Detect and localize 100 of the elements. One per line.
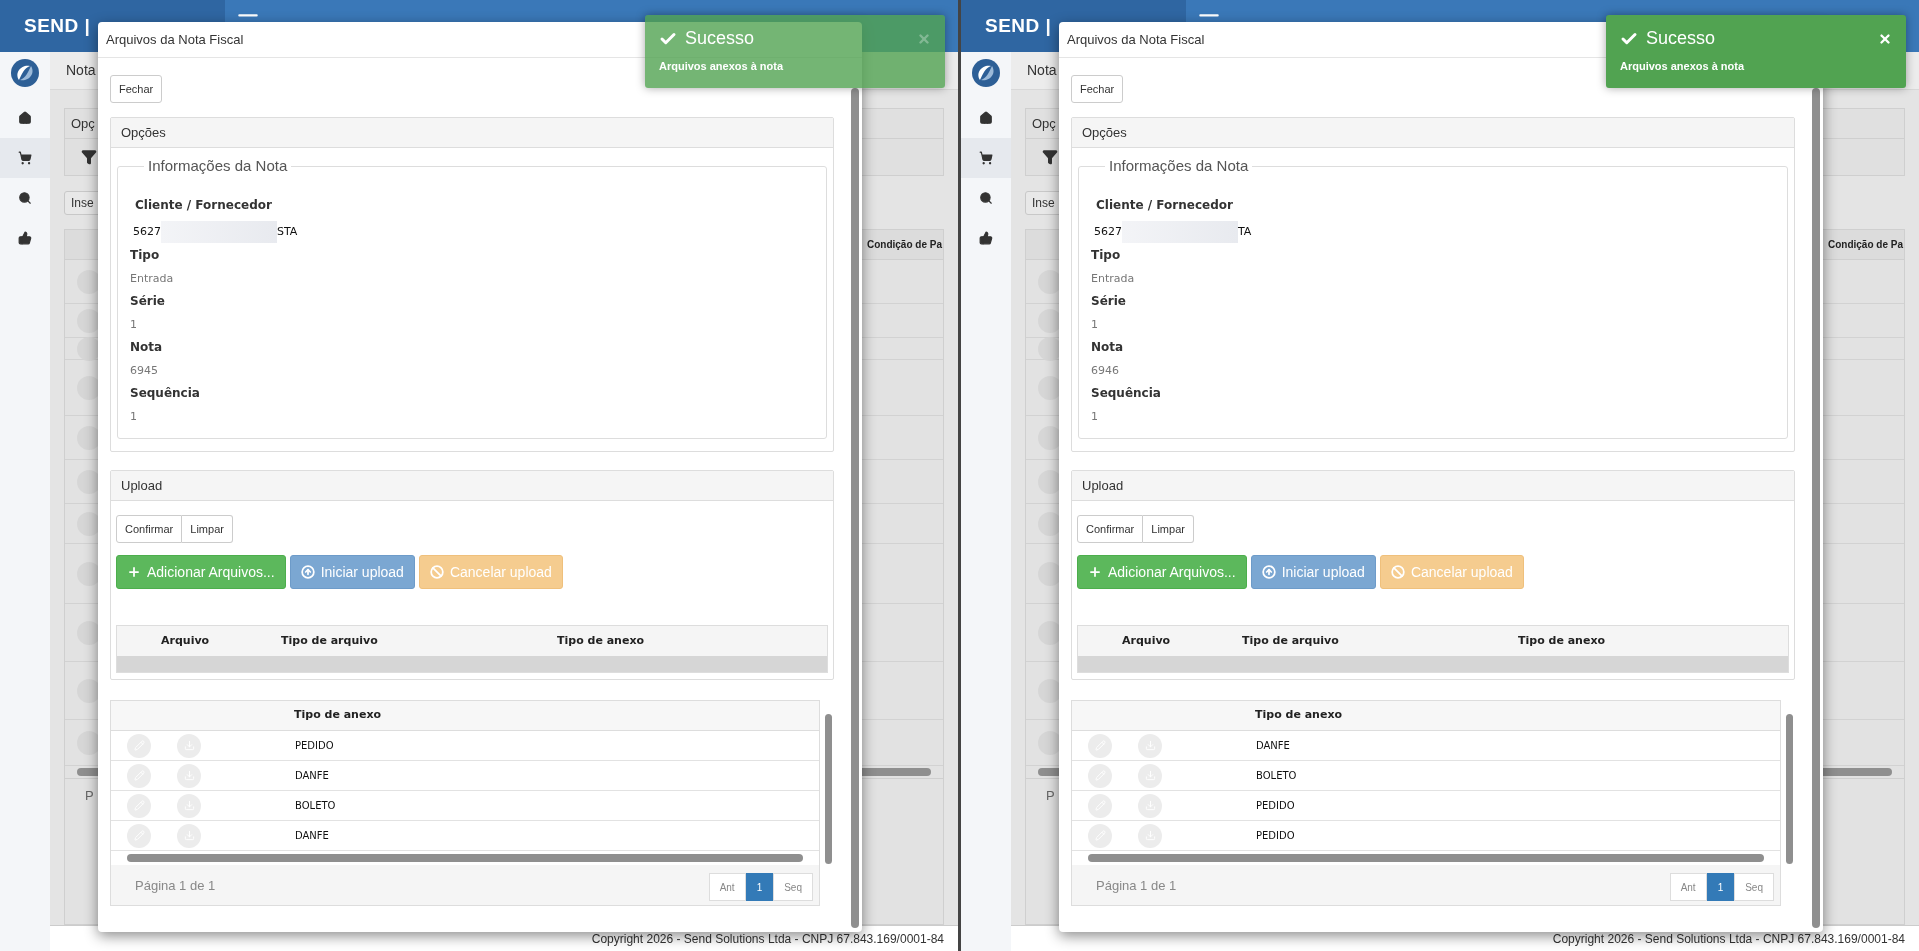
sidebar-item[interactable]	[961, 138, 1011, 178]
insert-button[interactable]: Inse	[64, 191, 101, 215]
field-value: 1	[130, 316, 138, 333]
pager-text: P	[85, 786, 94, 805]
copyright-text: Copyright 2026 - Send Solutions Ltda - CNPJ 67.843.169/0001-84	[1552, 930, 1905, 948]
field-label: Nota	[1091, 339, 1125, 356]
add-files-button[interactable]: Adicionar Arquivos...	[1077, 555, 1247, 589]
close-button[interactable]: Fechar	[110, 75, 163, 103]
confirm-button[interactable]: Confirmar	[116, 515, 183, 543]
upload-icon	[1261, 565, 1276, 579]
pager-button[interactable]: Ant	[708, 873, 746, 901]
row-action-icon[interactable]	[77, 678, 101, 703]
modal-title: Arquivos da Nota Fiscal	[1067, 30, 1205, 49]
close-button[interactable]: Fechar	[1071, 75, 1124, 103]
clear-button[interactable]: Limpar	[182, 515, 233, 543]
breadcrumb: Nota	[66, 61, 96, 80]
field-value: 1	[1091, 408, 1099, 425]
row-action-icon[interactable]	[1038, 425, 1062, 450]
row-action-icon[interactable]	[1038, 375, 1062, 400]
row-action-icon[interactable]	[1038, 511, 1062, 536]
field-label: Nota	[130, 339, 164, 356]
thumbs-up-icon	[979, 231, 993, 245]
client-code: 5627	[133, 223, 161, 240]
row-action-icon[interactable]	[1038, 269, 1062, 294]
row-action-icon[interactable]	[77, 620, 101, 645]
pager-button[interactable]: 1	[745, 873, 774, 901]
panel-title: Upload	[1082, 476, 1124, 495]
row-action-icon[interactable]	[1038, 730, 1062, 755]
row-action-icon[interactable]	[1038, 678, 1062, 703]
table-cell-text: DANFE	[295, 769, 329, 783]
start-upload-button[interactable]: Iniciar upload	[289, 555, 415, 589]
field-value: 1	[1091, 316, 1099, 333]
table-cell-text: PEDIDO	[295, 739, 334, 753]
field-value: 6946	[1091, 362, 1120, 379]
row-action-icon[interactable]	[1038, 308, 1062, 333]
row-action-icon[interactable]	[77, 375, 101, 400]
fieldset-legend: Informações da Nota	[148, 157, 288, 174]
clear-button[interactable]: Limpar	[1143, 515, 1194, 543]
panel-title: Opç	[71, 114, 95, 133]
brand-logo: SEND |	[985, 13, 1052, 38]
field-value: 1	[130, 408, 138, 425]
close-icon[interactable]	[1878, 31, 1892, 46]
column-header: Tipo de anexo	[294, 707, 382, 724]
app-logo	[971, 58, 1001, 88]
row-action-icon[interactable]	[1038, 561, 1062, 586]
field-value: Entrada	[130, 270, 175, 287]
home-icon	[979, 111, 993, 125]
toast-message: Arquivos anexos à nota	[1620, 59, 1746, 74]
plus-icon	[1088, 565, 1102, 579]
row-action-icon[interactable]	[1038, 336, 1062, 361]
field-label: Sequência	[130, 385, 201, 402]
add-files-button[interactable]: Adicionar Arquivos...	[116, 555, 286, 589]
filter-icon[interactable]	[81, 149, 97, 165]
row-action-icon[interactable]	[77, 425, 101, 450]
copyright-text: Copyright 2026 - Send Solutions Ltda - CNPJ 67.843.169/0001-84	[591, 930, 944, 948]
row-action-icon[interactable]	[77, 469, 101, 494]
field-label: Sequência	[1091, 385, 1162, 402]
row-action-icon[interactable]	[77, 561, 101, 586]
pager-button[interactable]: Seq	[1734, 873, 1774, 901]
modal-title: Arquivos da Nota Fiscal	[106, 30, 244, 49]
sidebar-item[interactable]	[0, 138, 50, 178]
field-label: Série	[1091, 293, 1127, 310]
search-icon	[979, 191, 993, 205]
panel-title: Opções	[1082, 123, 1127, 142]
client-name-end: STA	[277, 223, 298, 240]
field-value: Entrada	[1091, 270, 1136, 287]
column-header: Tipo de anexo	[557, 632, 645, 649]
table-cell-text: DANFE	[295, 829, 329, 843]
insert-button[interactable]: Inse	[1025, 191, 1062, 215]
field-label: Série	[130, 293, 166, 310]
row-action-icon[interactable]	[77, 511, 101, 536]
field-label: Cliente / Fornecedor	[1096, 198, 1233, 212]
search-icon	[18, 191, 32, 205]
start-upload-button[interactable]: Iniciar upload	[1250, 555, 1376, 589]
row-action-icon[interactable]	[77, 336, 101, 361]
row-action-icon[interactable]	[1038, 620, 1062, 645]
row-action-icon[interactable]	[77, 730, 101, 755]
cart-icon	[18, 151, 32, 165]
table-cell-text: PEDIDO	[1256, 799, 1295, 813]
upload-icon	[300, 565, 315, 579]
cancel-icon	[429, 565, 444, 579]
table-cell-text: DANFE	[1256, 739, 1290, 753]
pager-button[interactable]: Ant	[1669, 873, 1707, 901]
pager-button[interactable]: Seq	[773, 873, 813, 901]
client-name-end: TA	[1238, 223, 1252, 240]
plus-icon	[127, 565, 141, 579]
column-header: Arquivo	[1122, 632, 1172, 649]
table-cell-text: BOLETO	[295, 799, 336, 813]
field-label: Tipo	[130, 247, 161, 264]
confirm-button[interactable]: Confirmar	[1077, 515, 1144, 543]
cancel-icon	[1390, 565, 1405, 579]
row-action-icon[interactable]	[1038, 469, 1062, 494]
row-action-icon[interactable]	[77, 308, 101, 333]
toast-title: Sucesso	[1646, 27, 1716, 50]
pager-button[interactable]: 1	[1706, 873, 1735, 901]
row-action-icon[interactable]	[77, 269, 101, 294]
column-header: Tipo de anexo	[1255, 707, 1343, 724]
thumbs-up-icon	[18, 231, 32, 245]
column-header: Condição de Pa	[1828, 238, 1904, 252]
filter-icon[interactable]	[1042, 149, 1058, 165]
